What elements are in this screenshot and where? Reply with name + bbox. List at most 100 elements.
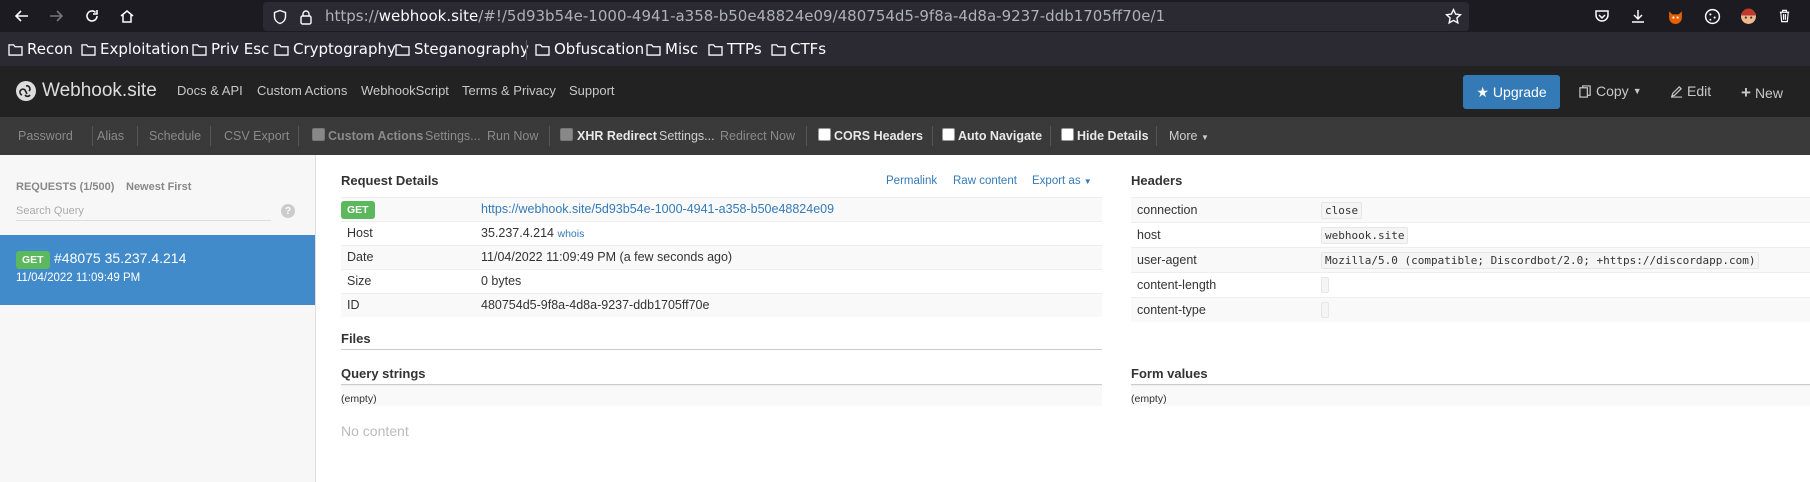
auto-navigate-checkbox[interactable] [942,128,955,141]
toolbar-divider [549,126,550,146]
home-icon [120,10,134,23]
cors-headers-label: CORS Headers [834,129,923,143]
new-button[interactable]: + New [1741,83,1783,103]
nav-docs-api[interactable]: Docs & API [177,83,243,98]
upgrade-button[interactable]: ★ Upgrade [1463,75,1560,109]
header-name: content-type [1137,303,1206,317]
cookie-icon [1704,8,1720,24]
search-query-input[interactable] [16,201,271,221]
bookmark-folder-exploitation[interactable]: Exploitation [81,40,189,58]
custom-actions-settings-link[interactable]: Settings... [425,129,481,143]
extension-trash[interactable] [1774,6,1794,26]
bookmark-folder-ttps[interactable]: TTPs [708,40,762,58]
bookmark-folder-misc[interactable]: Misc [646,40,698,58]
query-strings-heading: Query strings [341,366,426,381]
bookmark-star-icon[interactable] [1445,8,1462,25]
edit-button[interactable]: Edit [1670,83,1711,99]
bookmarks-toolbar: Recon Exploitation Priv Esc Cryptography… [0,32,1810,66]
bookmark-folder-steganography[interactable]: Steganography [395,40,529,58]
request-url-link[interactable]: https://webhook.site/5d93b54e-1000-4941-… [481,202,834,216]
header-row: content-type [1131,297,1810,322]
detail-row-date: Date 11/04/2022 11:09:49 PM (a few secon… [341,245,1102,269]
bookmark-folder-cryptography[interactable]: Cryptography [274,40,396,58]
header-value: close [1321,202,1363,219]
extension-foxyproxy[interactable] [1665,6,1685,26]
reload-button[interactable] [80,4,104,28]
help-icon[interactable]: ? [281,204,295,218]
request-title: #48075 35.237.4.214 [54,250,187,266]
xhr-redirect-checkbox[interactable] [560,128,573,141]
app-logo-text: Webhook.site [42,80,157,101]
xhr-settings-link[interactable]: Settings... [659,129,715,143]
nav-terms-privacy[interactable]: Terms & Privacy [462,83,556,98]
auto-navigate-label: Auto Navigate [958,129,1043,143]
no-content-text: No content [341,423,409,439]
schedule-link[interactable]: Schedule [149,129,201,143]
detail-row-host: Host 35.237.4.214 whois [341,221,1102,245]
sort-newest-first[interactable]: Newest First [126,181,191,193]
more-dropdown[interactable]: More ▼ [1169,129,1209,143]
url-field[interactable]: https://webhook.site/#!/5d93b54e-1000-49… [263,2,1469,31]
detail-row-size: Size 0 bytes [341,269,1102,293]
hide-details-checkbox[interactable] [1061,128,1074,141]
downloads-button[interactable] [1628,6,1648,26]
csv-export-link[interactable]: CSV Export [224,129,289,143]
caret-down-icon: ▼ [1200,133,1209,142]
redirect-now-link[interactable]: Redirect Now [720,129,795,143]
nav-webhookscript[interactable]: WebhookScript [361,83,449,98]
caret-down-icon: ▼ [1083,177,1092,186]
pocket-button[interactable] [1592,6,1612,26]
back-button[interactable] [10,4,34,28]
query-strings-row [341,385,1102,406]
lock-icon [300,10,312,25]
method-badge: GET [341,201,375,219]
app-logo[interactable]: Webhook.site [15,80,157,102]
folder-icon [274,43,289,56]
header-name: connection [1137,203,1198,217]
run-now-link[interactable]: Run Now [487,129,538,143]
bookmark-folder-recon[interactable]: Recon [8,40,73,58]
header-name: content-length [1137,278,1217,292]
home-button[interactable] [115,4,139,28]
request-details-heading: Request Details [341,173,439,188]
folder-icon [8,43,23,56]
bookmark-separator [526,40,527,60]
toolbar-divider [92,126,93,146]
copy-button[interactable]: Copy ▼ [1579,83,1642,99]
headers-heading: Headers [1131,173,1183,188]
bookmark-folder-priv-esc[interactable]: Priv Esc [192,40,269,58]
bookmark-folder-obfuscation[interactable]: Obfuscation [535,40,644,58]
whois-link[interactable]: whois [557,228,584,240]
extension-cookie[interactable] [1702,6,1722,26]
export-as-dropdown[interactable]: Export as ▼ [1032,175,1092,187]
custom-actions-label: Custom Actions [328,129,424,143]
edit-icon [1670,85,1683,98]
xhr-redirect-label: XHR Redirect [577,129,657,143]
face-extension-icon [1740,8,1756,24]
forward-button[interactable] [44,4,68,28]
hide-details-label: Hide Details [1077,129,1149,143]
nav-custom-actions[interactable]: Custom Actions [257,83,347,98]
bookmark-folder-ctfs[interactable]: CTFs [771,40,826,58]
shield-icon [273,9,287,25]
cors-headers-checkbox[interactable] [818,128,831,141]
raw-content-link[interactable]: Raw content [953,175,1017,187]
custom-actions-checkbox[interactable] [312,128,325,141]
folder-icon [395,43,410,56]
password-link[interactable]: Password [18,129,73,143]
request-date: 11/04/2022 11:09:49 PM [16,272,141,284]
header-value: webhook.site [1321,227,1409,244]
header-name: host [1137,228,1161,242]
webhook-logo-icon [16,81,36,101]
request-list-item[interactable]: GET #48075 35.237.4.214 11/04/2022 11:09… [0,235,315,305]
back-arrow-icon [14,10,28,22]
header-value: Mozilla/5.0 (compatible; Discordbot/2.0;… [1321,252,1760,269]
upgrade-label: Upgrade [1492,84,1547,100]
permalink-link[interactable]: Permalink [886,175,937,187]
folder-icon [535,43,550,56]
form-values-row [1131,385,1810,406]
alias-link[interactable]: Alias [97,129,124,143]
toolbar-divider [298,126,299,146]
nav-support[interactable]: Support [569,83,615,98]
extension-avatar[interactable] [1738,6,1758,26]
